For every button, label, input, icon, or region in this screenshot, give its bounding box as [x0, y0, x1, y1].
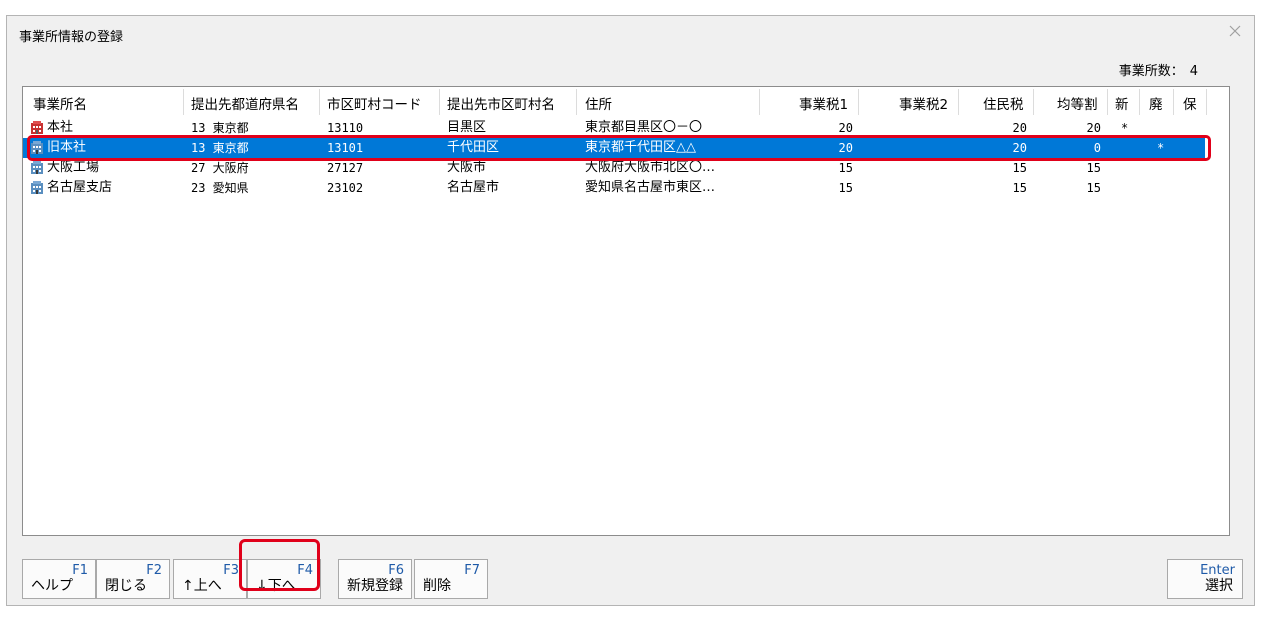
cell-prefecture: 27 大阪府 [191, 161, 249, 175]
col-new[interactable]: 新 [1115, 93, 1129, 113]
office-count-label: 事業所数： [1118, 64, 1184, 79]
cell-per-capita: 20 [1086, 121, 1101, 135]
col-business-tax2[interactable]: 事業税2 [899, 93, 948, 113]
cell-business-tax1: 20 [838, 121, 853, 135]
function-key-bar: F1 ヘルプ F2 閉じる F3 ↑上へ F4 ↓下へ F6 新規登録 F7 削… [7, 552, 1254, 606]
fkey-label: F7 [464, 563, 480, 578]
col-hold[interactable]: 保 [1183, 93, 1197, 113]
fkey-label: F3 [223, 563, 239, 578]
cell-municipality-code: 27127 [327, 161, 364, 175]
cell-municipality-code: 23102 [327, 181, 364, 195]
cell-per-capita: 0 [1093, 141, 1101, 155]
close-icon[interactable] [1228, 24, 1242, 38]
f3-move-up-button[interactable]: F3 ↑上へ [173, 559, 247, 599]
cell-office-name: 名古屋支店 [47, 180, 113, 195]
cell-prefecture: 13 東京都 [191, 121, 249, 135]
col-address[interactable]: 住所 [585, 93, 612, 113]
f6-new-registration-button[interactable]: F6 新規登録 [338, 559, 412, 599]
cell-resident-tax: 15 [1012, 181, 1027, 195]
f4-move-down-button[interactable]: F4 ↓下へ [247, 559, 321, 599]
f7-delete-button[interactable]: F7 削除 [414, 559, 488, 599]
fkey-caption: 新規登録 [347, 578, 403, 594]
cell-municipality-name: 千代田区 [447, 140, 500, 155]
cell-resident-tax: 20 [1012, 121, 1027, 135]
cell-resident-tax: 15 [1012, 161, 1027, 175]
col-business-tax1[interactable]: 事業税1 [799, 93, 848, 113]
fkey-caption: ↓下へ [256, 578, 296, 594]
window-title: 事業所情報の登録 [19, 30, 124, 45]
cell-address: 愛知県名古屋市東区… [585, 180, 716, 195]
cell-resident-tax: 20 [1012, 141, 1027, 155]
office-count-value: 4 [1189, 64, 1198, 79]
fkey-caption: 選択 [1205, 578, 1233, 594]
col-per-capita[interactable]: 均等割 [1057, 93, 1098, 113]
cell-municipality-name: 大阪市 [447, 160, 487, 175]
cell-prefecture: 23 愛知県 [191, 181, 249, 195]
fkey-caption: ヘルプ [31, 578, 73, 594]
cell-municipality-name: 名古屋市 [447, 180, 500, 195]
cell-office-name: 旧本社 [47, 140, 87, 155]
col-office-name[interactable]: 事業所名 [33, 93, 87, 113]
fkey-caption: ↑上へ [182, 578, 222, 594]
table-row[interactable]: 本社 13 東京都 13110 目黒区 東京都目黒区〇－〇 20 20 20 * [23, 118, 1205, 138]
table-row[interactable]: 大阪工場 27 大阪府 27127 大阪市 大阪府大阪市北区〇… 15 15 1… [23, 158, 1205, 178]
col-closed[interactable]: 廃 [1149, 93, 1163, 113]
office-building-red-icon [31, 121, 43, 134]
table-row-selected[interactable]: 旧本社 13 東京都 13101 千代田区 東京都千代田区△△ 20 20 0 … [23, 138, 1205, 158]
cell-address: 東京都目黒区〇－〇 [585, 120, 703, 135]
cell-business-tax1: 20 [838, 141, 853, 155]
office-registration-window: 事業所情報の登録 事業所数： 4 事業所名 提出先都道府県名 市区町村コード 提出… [6, 15, 1255, 606]
fkey-label: F4 [297, 563, 313, 578]
fkey-caption: 閉じる [105, 578, 147, 594]
cell-municipality-code: 13110 [327, 121, 364, 135]
cell-address: 大阪府大阪市北区〇… [585, 160, 716, 175]
office-building-icon [31, 161, 43, 174]
cell-new: * [1121, 121, 1129, 135]
f1-help-button[interactable]: F1 ヘルプ [22, 559, 96, 599]
cell-per-capita: 15 [1086, 181, 1101, 195]
col-resident-tax[interactable]: 住民税 [983, 93, 1024, 113]
cell-business-tax1: 15 [838, 181, 853, 195]
col-municipality-code[interactable]: 市区町村コード [327, 93, 422, 113]
cell-municipality-name: 目黒区 [447, 120, 487, 135]
cell-address: 東京都千代田区△△ [585, 140, 696, 155]
f2-close-button[interactable]: F2 閉じる [96, 559, 170, 599]
col-prefecture[interactable]: 提出先都道府県名 [191, 93, 299, 113]
office-count: 事業所数： 4 [1119, 60, 1198, 79]
fkey-caption: 削除 [423, 578, 451, 594]
fkey-label: F1 [72, 563, 88, 578]
cell-prefecture: 13 東京都 [191, 141, 249, 155]
cell-office-name: 大阪工場 [47, 160, 100, 175]
office-building-icon [31, 181, 43, 194]
cell-municipality-code: 13101 [327, 141, 364, 155]
enter-select-button[interactable]: Enter 選択 [1167, 559, 1243, 599]
cell-business-tax1: 15 [838, 161, 853, 175]
office-list[interactable]: 事業所名 提出先都道府県名 市区町村コード 提出先市区町村名 住所 事業税1 事… [22, 86, 1230, 536]
cell-per-capita: 15 [1086, 161, 1101, 175]
fkey-label: F2 [146, 563, 162, 578]
table-row[interactable]: 名古屋支店 23 愛知県 23102 名古屋市 愛知県名古屋市東区… 15 15… [23, 178, 1205, 198]
office-building-icon [31, 141, 43, 154]
cell-closed: * [1157, 141, 1165, 155]
col-municipality-name[interactable]: 提出先市区町村名 [447, 93, 555, 113]
cell-office-name: 本社 [47, 120, 74, 135]
